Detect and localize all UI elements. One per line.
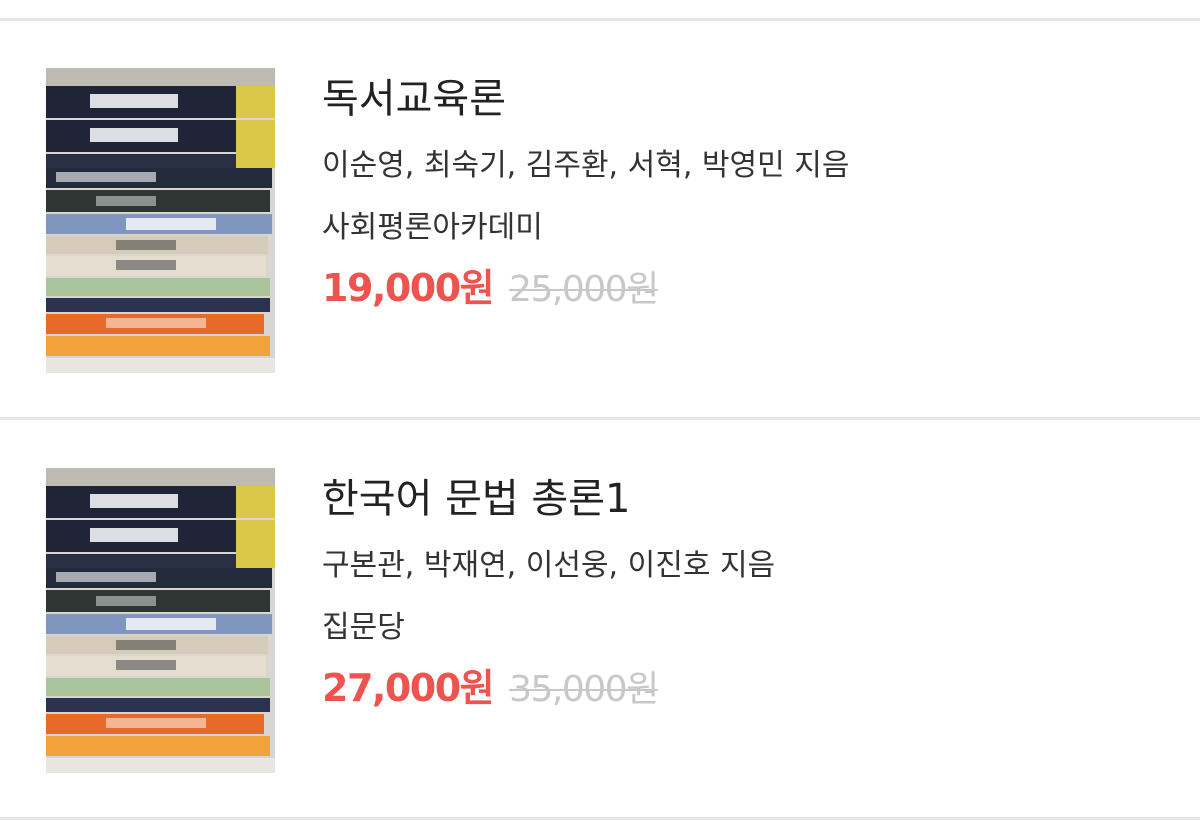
price-row: 27,000원 35,000원 — [322, 662, 659, 716]
book-list-item[interactable]: 독서교육론 이순영, 최숙기, 김주환, 서혁, 박영민 지음 사회평론아카데미… — [0, 20, 1200, 418]
book-title[interactable]: 독서교육론 — [322, 72, 506, 126]
book-authors: 구본관, 박재연, 이선웅, 이진호 지음 — [322, 548, 776, 583]
bottom-divider — [0, 817, 1200, 820]
book-title[interactable]: 한국어 문법 총론1 — [322, 472, 630, 526]
book-stack-photo — [46, 68, 275, 373]
book-list-item[interactable]: 한국어 문법 총론1 구본관, 박재연, 이선웅, 이진호 지음 집문당 27,… — [0, 420, 1200, 818]
original-price: 35,000원 — [509, 669, 659, 710]
sale-price: 19,000원 — [322, 266, 495, 310]
book-authors: 이순영, 최숙기, 김주환, 서혁, 박영민 지음 — [322, 148, 850, 183]
price-row: 19,000원 25,000원 — [322, 262, 659, 316]
book-thumbnail — [46, 468, 275, 773]
book-publisher: 사회평론아카데미 — [322, 210, 543, 245]
book-thumbnail — [46, 68, 275, 373]
book-stack-photo — [46, 468, 275, 773]
original-price: 25,000원 — [509, 269, 659, 310]
sale-price: 27,000원 — [322, 666, 495, 710]
book-publisher: 집문당 — [322, 610, 405, 645]
